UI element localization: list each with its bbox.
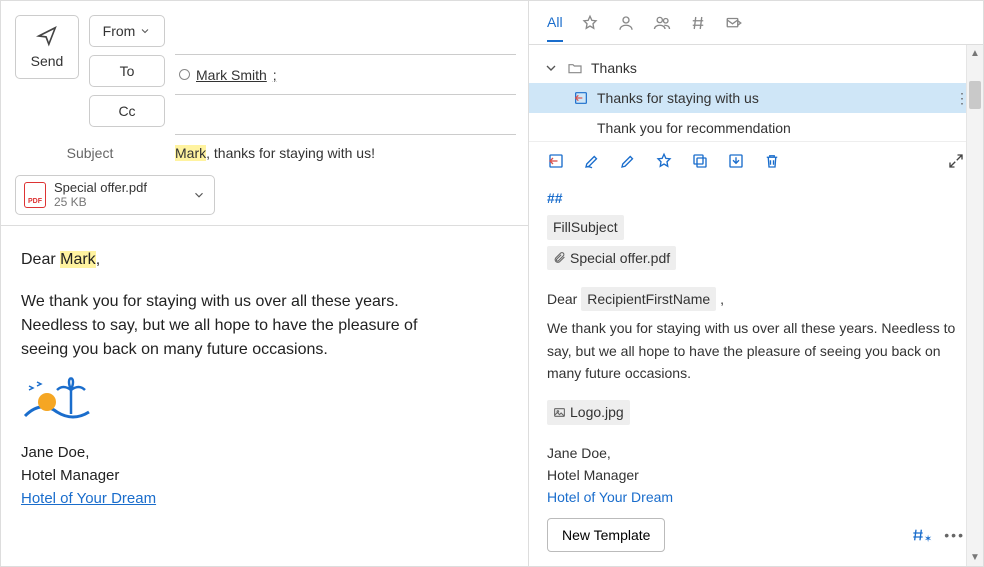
scroll-thumb[interactable] bbox=[969, 81, 981, 109]
hash-action-icon[interactable]: ✶ bbox=[910, 527, 934, 543]
chevron-down-icon bbox=[139, 25, 151, 37]
to-button[interactable]: To bbox=[89, 55, 165, 87]
expand-button[interactable] bbox=[947, 152, 965, 173]
cc-label: Cc bbox=[118, 103, 135, 119]
logo-image bbox=[21, 376, 93, 426]
to-field[interactable]: Mark Smith; bbox=[175, 55, 516, 95]
folder-icon bbox=[567, 60, 583, 76]
template-sig-role: Hotel Manager bbox=[547, 464, 965, 486]
tab-all[interactable]: All bbox=[547, 14, 563, 42]
template-sig-name: Jane Doe, bbox=[547, 442, 965, 464]
chevron-down-icon bbox=[543, 60, 559, 76]
fillsubject-token: FillSubject bbox=[547, 215, 624, 239]
hash-token: ## bbox=[547, 190, 563, 206]
mail-arrow-icon bbox=[725, 14, 743, 32]
scrollbar[interactable]: ▲ ▼ bbox=[966, 45, 983, 566]
scroll-up-icon[interactable]: ▲ bbox=[967, 45, 983, 62]
pen-button[interactable] bbox=[583, 152, 601, 173]
subject-rest: , thanks for staying with us! bbox=[206, 145, 375, 161]
chevron-down-icon[interactable] bbox=[192, 188, 206, 202]
favorite-button[interactable] bbox=[655, 152, 673, 173]
download-button[interactable] bbox=[727, 152, 745, 173]
insert-icon bbox=[573, 90, 589, 106]
cc-button[interactable]: Cc bbox=[89, 95, 165, 127]
templates-pane: All Thanks Thanks for staying with us ⋮ bbox=[529, 1, 983, 566]
to-label: To bbox=[120, 63, 135, 79]
edit-button[interactable] bbox=[619, 152, 637, 173]
template-item-label: Thank you for recommendation bbox=[597, 120, 791, 136]
scroll-down-icon[interactable]: ▼ bbox=[967, 549, 983, 566]
pdf-icon: PDF bbox=[24, 182, 46, 208]
new-template-button[interactable]: New Template bbox=[547, 518, 665, 552]
attachment-name: Special offer.pdf bbox=[54, 181, 184, 195]
more-button[interactable]: ••• bbox=[944, 527, 965, 543]
tab-star[interactable] bbox=[581, 14, 599, 42]
recipient-chip[interactable]: Mark Smith; bbox=[179, 67, 277, 83]
attachment-chip[interactable]: PDF Special offer.pdf 25 KB bbox=[15, 175, 215, 215]
send-label: Send bbox=[31, 53, 64, 69]
template-preview: ## FillSubject Special offer.pdf Dear Re… bbox=[529, 183, 983, 508]
from-button[interactable]: From bbox=[89, 15, 165, 47]
tab-mail[interactable] bbox=[725, 14, 743, 42]
compose-pane: Send From To Cc Mark Sm bbox=[1, 1, 529, 566]
greeting: Dear Mark, bbox=[21, 248, 508, 272]
hash-icon bbox=[689, 14, 707, 32]
attachment-token: Special offer.pdf bbox=[547, 246, 676, 270]
template-item[interactable]: Thank you for recommendation bbox=[529, 113, 983, 143]
presence-icon bbox=[179, 69, 190, 80]
signature-role: Hotel Manager bbox=[21, 465, 508, 488]
message-body[interactable]: Dear Mark, We thank you for staying with… bbox=[1, 226, 528, 533]
star-icon bbox=[581, 14, 599, 32]
from-field[interactable] bbox=[175, 15, 516, 55]
template-tree: Thanks Thanks for staying with us ⋮ Than… bbox=[529, 45, 983, 143]
recipient-token: RecipientFirstName bbox=[581, 287, 716, 311]
tab-people[interactable] bbox=[653, 14, 671, 42]
tab-person[interactable] bbox=[617, 14, 635, 42]
tab-bar: All bbox=[529, 1, 983, 45]
tab-hash[interactable] bbox=[689, 14, 707, 42]
template-paragraph: We thank you for staying with us over al… bbox=[547, 317, 965, 384]
copy-button[interactable] bbox=[691, 152, 709, 173]
subject-highlight: Mark bbox=[175, 145, 206, 161]
logo-token: Logo.jpg bbox=[547, 400, 630, 424]
image-icon bbox=[553, 406, 566, 419]
paperclip-icon bbox=[553, 251, 566, 264]
delete-button[interactable] bbox=[763, 152, 781, 173]
template-sig-link: Hotel of Your Dream bbox=[547, 486, 965, 508]
folder-label: Thanks bbox=[591, 60, 637, 76]
attachment-size: 25 KB bbox=[54, 196, 184, 209]
person-icon bbox=[617, 14, 635, 32]
template-item-selected[interactable]: Thanks for staying with us ⋮ bbox=[529, 83, 983, 113]
body-paragraph: We thank you for staying with us over al… bbox=[21, 290, 421, 362]
footer-bar: New Template ✶ ••• bbox=[529, 508, 983, 566]
template-item-label: Thanks for staying with us bbox=[597, 90, 759, 106]
cc-field[interactable] bbox=[175, 95, 516, 135]
signature-name: Jane Doe, bbox=[21, 442, 508, 465]
insert-button[interactable] bbox=[547, 152, 565, 173]
send-button[interactable]: Send bbox=[15, 15, 79, 79]
recipient-name: Mark Smith bbox=[196, 67, 267, 83]
subject-label: Subject bbox=[15, 145, 165, 161]
folder-row[interactable]: Thanks bbox=[529, 53, 983, 83]
subject-input[interactable]: Mark, thanks for staying with us! bbox=[175, 145, 516, 161]
signature-link[interactable]: Hotel of Your Dream bbox=[21, 490, 156, 507]
from-label: From bbox=[103, 23, 136, 39]
template-toolbar bbox=[529, 141, 983, 183]
people-icon bbox=[653, 14, 671, 32]
send-icon bbox=[36, 25, 58, 47]
template-greeting: Dear RecipientFirstName , bbox=[547, 287, 965, 311]
